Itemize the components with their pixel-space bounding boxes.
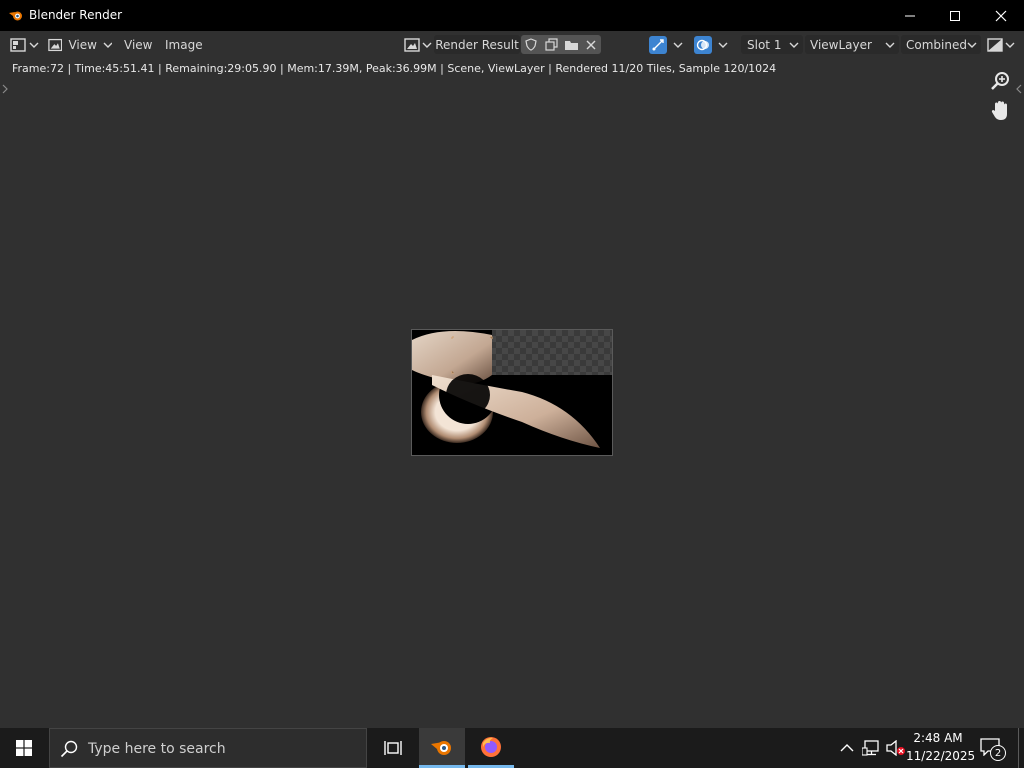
clock-date[interactable]: 11/22/2025: [906, 749, 975, 763]
task-view-button[interactable]: [370, 728, 416, 768]
image-editor-header: View View Image Render Result Slot 1 Vie…: [0, 31, 1024, 58]
close-icon: [995, 10, 1007, 21]
render-result-image[interactable]: [411, 329, 613, 456]
volume-muted-icon[interactable]: [886, 740, 906, 756]
search-placeholder: Type here to search: [88, 741, 226, 757]
chevron-down-icon: [967, 42, 977, 48]
firefox-logo-icon: [481, 736, 501, 757]
chevron-down-icon: [718, 42, 728, 48]
chevron-down-icon: [673, 42, 683, 48]
view-layer-label: ViewLayer: [810, 37, 872, 52]
duplicate-icon: [544, 38, 558, 51]
close-icon: [586, 40, 596, 49]
title-bar: Blender Render: [0, 0, 1024, 31]
chevron-right-icon[interactable]: [1, 84, 9, 94]
gizmo-toggle[interactable]: [649, 35, 687, 54]
search-icon: [60, 740, 78, 758]
duplicate-image-button[interactable]: [541, 38, 561, 51]
blender-logo-icon: [9, 11, 22, 21]
zoom-in-icon: [991, 72, 1009, 90]
view-layer-dropdown[interactable]: ViewLayer: [805, 35, 899, 54]
image-canvas[interactable]: [0, 72, 1024, 727]
windows-logo-icon: [16, 740, 32, 756]
view-mode-dropdown[interactable]: View: [48, 35, 112, 54]
unlink-image-button[interactable]: [581, 40, 601, 50]
open-image-button[interactable]: [561, 39, 581, 51]
overlay-toggle[interactable]: [694, 35, 730, 54]
clock-time[interactable]: 2:48 AM: [906, 731, 970, 745]
display-channels-dropdown[interactable]: [987, 35, 1017, 54]
hand-icon: [991, 101, 1007, 120]
taskbar-firefox[interactable]: [468, 728, 514, 768]
chevron-down-icon: [789, 42, 799, 48]
overlay-icon: [696, 39, 709, 50]
chevron-down-icon: [103, 42, 112, 48]
chevron-down-icon: [885, 42, 895, 48]
close-button[interactable]: [978, 0, 1024, 31]
image-name-label: Render Result: [435, 37, 519, 52]
slot-label: Slot 1: [747, 37, 782, 52]
notification-center-button[interactable]: 2: [980, 738, 1008, 761]
render-preview: [412, 330, 612, 455]
image-name-field[interactable]: Render Result: [434, 35, 520, 54]
render-pass-label: Combined: [906, 37, 967, 52]
minimize-button[interactable]: [887, 0, 933, 31]
slot-dropdown[interactable]: Slot 1: [741, 35, 803, 54]
browse-image-button[interactable]: [404, 35, 432, 54]
maximize-icon: [950, 10, 960, 21]
notification-badge: 2: [990, 745, 1006, 761]
view-menu[interactable]: View: [124, 35, 152, 54]
image-actions-group: [521, 35, 601, 54]
image-menu[interactable]: Image: [165, 35, 203, 54]
maximize-button[interactable]: [932, 0, 978, 31]
taskbar-search[interactable]: Type here to search: [49, 728, 367, 768]
taskbar: Type here to search 2:48 AM 11/22/2025 2: [0, 728, 1024, 768]
chevron-up-icon[interactable]: [840, 743, 854, 753]
show-desktop-button[interactable]: [1018, 728, 1019, 768]
display-channels-icon: [987, 37, 1003, 52]
chevron-down-icon: [29, 42, 39, 48]
shield-icon: [525, 38, 537, 51]
view-mode-label: View: [68, 37, 97, 52]
render-status-text: Frame:72 | Time:45:51.41 | Remaining:29:…: [12, 62, 777, 75]
chevron-left-icon[interactable]: [1015, 84, 1023, 94]
task-view-icon: [384, 741, 402, 755]
chevron-down-icon: [1005, 42, 1015, 48]
blender-logo-icon: [431, 740, 451, 755]
fake-user-button[interactable]: [521, 38, 541, 51]
chevron-down-icon: [422, 42, 432, 48]
image-icon: [404, 37, 420, 52]
window-title: Blender Render: [29, 8, 123, 22]
start-button[interactable]: [0, 728, 48, 768]
pan-button[interactable]: [988, 99, 1012, 123]
network-icon[interactable]: [862, 740, 880, 756]
image-editor-icon: [10, 37, 26, 52]
taskbar-blender[interactable]: [419, 728, 465, 768]
editor-type-button[interactable]: [10, 35, 40, 54]
image-icon: [48, 38, 63, 51]
zoom-button[interactable]: [988, 69, 1012, 93]
minimize-icon: [905, 15, 915, 16]
gizmo-icon: [652, 38, 664, 50]
render-pass-dropdown[interactable]: Combined: [901, 35, 981, 54]
folder-icon: [564, 40, 578, 50]
